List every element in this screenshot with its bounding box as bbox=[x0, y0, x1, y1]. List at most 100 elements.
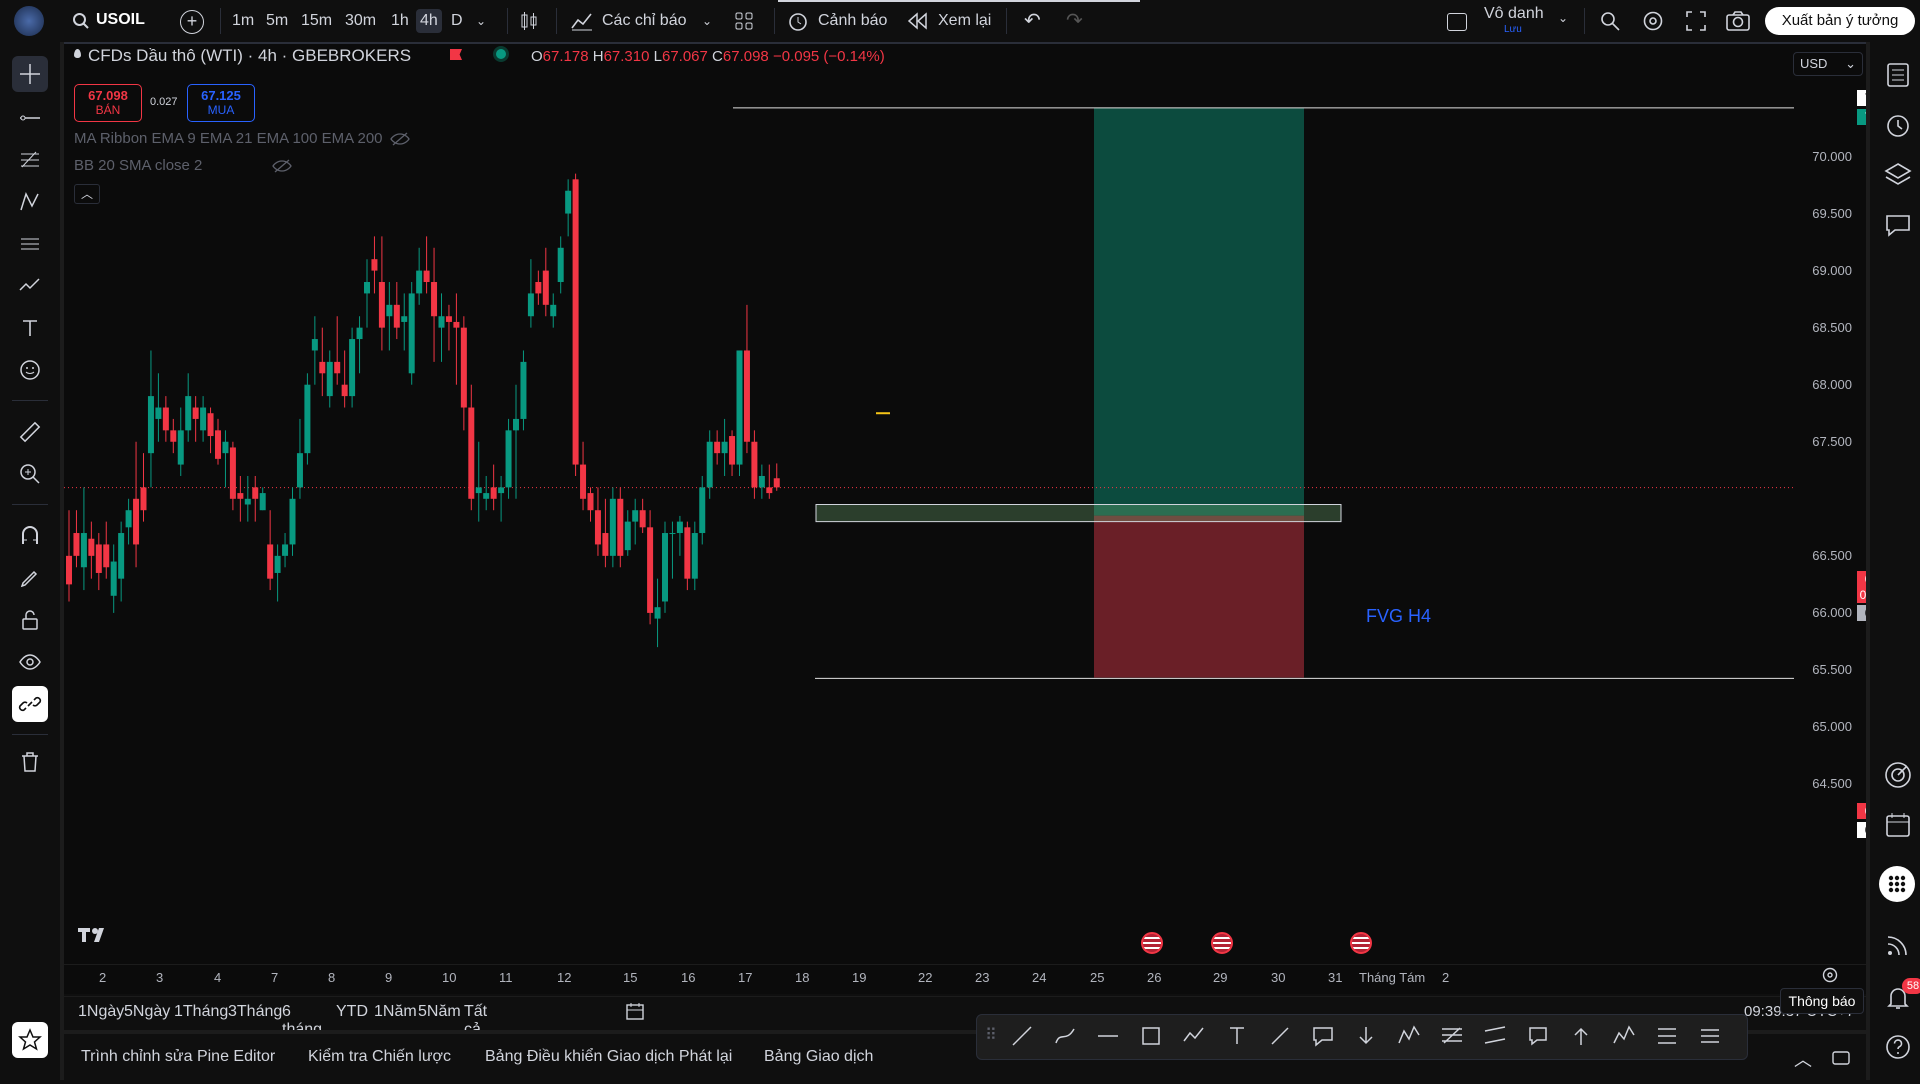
ruler-diagonal-icon[interactable] bbox=[1267, 1023, 1293, 1049]
tab-pine-editor[interactable]: Trình chỉnh sửa Pine Editor bbox=[81, 1048, 275, 1066]
replay-button[interactable]: Xem lại bbox=[938, 9, 991, 33]
tf-4h[interactable]: 4h bbox=[416, 9, 442, 33]
screenshot-camera-icon[interactable] bbox=[1725, 9, 1751, 33]
tab-trading-panel[interactable]: Bảng Giao dịch bbox=[764, 1048, 873, 1066]
layout-checkbox[interactable] bbox=[1447, 13, 1467, 31]
chat-icon[interactable] bbox=[1881, 208, 1915, 242]
maximize-panel-icon[interactable] bbox=[1832, 1050, 1850, 1066]
tf-5m[interactable]: 5m bbox=[266, 9, 288, 33]
layout-chevron-icon[interactable]: ⌄ bbox=[1558, 11, 1568, 25]
price-chart-svg[interactable] bbox=[64, 44, 1866, 994]
tf-D[interactable]: D bbox=[451, 9, 463, 33]
collapse-legend-button[interactable]: ︿ bbox=[74, 184, 100, 204]
redo-icon[interactable]: ↷ bbox=[1066, 9, 1083, 33]
parallel-channel-icon[interactable] bbox=[1482, 1023, 1508, 1049]
replay-icon[interactable] bbox=[908, 12, 928, 30]
horizontal-line-icon[interactable] bbox=[1095, 1023, 1121, 1049]
templates-grid-icon[interactable] bbox=[734, 11, 754, 31]
rectangle-icon[interactable] bbox=[1138, 1023, 1164, 1049]
elliott-wave-icon[interactable] bbox=[1611, 1023, 1637, 1049]
help-icon[interactable] bbox=[1881, 1030, 1915, 1064]
collapse-panel-chevron-icon[interactable]: ︿ bbox=[1794, 1046, 1812, 1072]
comment-icon[interactable] bbox=[1525, 1023, 1551, 1049]
fvg-label[interactable]: FVG H4 bbox=[1366, 606, 1431, 627]
magnet-tool[interactable] bbox=[12, 518, 48, 554]
goto-date-calendar-icon[interactable] bbox=[624, 1001, 646, 1023]
settings-lines-icon[interactable] bbox=[1654, 1023, 1680, 1049]
indicator-bb[interactable]: BB 20 SMA close 2 bbox=[74, 157, 202, 174]
apps-grid-icon[interactable] bbox=[1879, 866, 1915, 902]
pattern-tool[interactable] bbox=[12, 184, 48, 220]
arrow-down-icon[interactable] bbox=[1353, 1023, 1379, 1049]
abc-pattern-icon[interactable] bbox=[1396, 1023, 1422, 1049]
economic-event-flag-icon[interactable] bbox=[1211, 932, 1233, 954]
target-zone[interactable] bbox=[1094, 107, 1304, 516]
sell-button[interactable]: 67.098 BÁN bbox=[74, 84, 142, 122]
eye-hidden-icon[interactable] bbox=[272, 158, 292, 174]
alert-clock-icon[interactable] bbox=[786, 9, 810, 33]
compare-add-button[interactable]: + bbox=[180, 10, 204, 34]
brush-icon[interactable] bbox=[1052, 1023, 1078, 1049]
callout-icon[interactable] bbox=[1310, 1023, 1336, 1049]
alert-button[interactable]: Cảnh báo bbox=[818, 9, 887, 33]
alerts-clock-icon[interactable] bbox=[1881, 108, 1915, 142]
sliders-icon[interactable] bbox=[1697, 1023, 1723, 1049]
economic-event-flag-icon[interactable] bbox=[1141, 932, 1163, 954]
lock-tool[interactable] bbox=[12, 602, 48, 638]
calendar-icon[interactable] bbox=[1881, 808, 1915, 842]
text-icon[interactable] bbox=[1224, 1023, 1250, 1049]
tf-30m[interactable]: 30m bbox=[345, 9, 376, 33]
candle-type-icon[interactable] bbox=[518, 10, 540, 32]
path-icon[interactable] bbox=[1181, 1023, 1207, 1049]
indicators-button[interactable]: Các chỉ báo bbox=[602, 9, 687, 33]
range-button[interactable]: 3Tháng bbox=[228, 1003, 282, 1021]
quick-search-icon[interactable] bbox=[1598, 9, 1622, 33]
range-button[interactable]: 1Năm bbox=[374, 1003, 417, 1021]
projection-tool[interactable] bbox=[12, 226, 48, 262]
fvg-box[interactable] bbox=[815, 504, 1342, 523]
tab-strategy-tester[interactable]: Kiểm tra Chiến lược bbox=[308, 1048, 451, 1066]
indicator-ma-ribbon[interactable]: MA Ribbon EMA 9 EMA 21 EMA 100 EMA 200 bbox=[74, 130, 383, 147]
range-button[interactable]: 5Năm bbox=[418, 1003, 461, 1021]
rss-feed-icon[interactable] bbox=[1881, 928, 1915, 962]
emoji-tool[interactable] bbox=[12, 352, 48, 388]
tradingview-logo[interactable] bbox=[76, 924, 112, 950]
drawing-mode-tool[interactable] bbox=[12, 560, 48, 596]
indicators-chevron-icon[interactable]: ⌄ bbox=[702, 9, 712, 33]
layers-icon[interactable] bbox=[1881, 158, 1915, 192]
tab-replay-panel[interactable]: Bảng Điều khiển Giao dịch Phát lại bbox=[485, 1048, 732, 1066]
fullscreen-icon[interactable] bbox=[1685, 10, 1707, 32]
tf-15m[interactable]: 15m bbox=[301, 9, 332, 33]
settings-gear-icon[interactable] bbox=[1641, 9, 1665, 33]
range-button[interactable]: 1Ngày bbox=[78, 1003, 124, 1021]
arrow-up-icon[interactable] bbox=[1568, 1023, 1594, 1049]
tf-1h[interactable]: 1h bbox=[391, 9, 409, 33]
measure-tool[interactable] bbox=[12, 414, 48, 450]
time-axis[interactable]: 2 3 4 7 8 9 10 11 12 15 16 17 18 19 22 23 24 25 26 29 30 31 Th… bbox=[64, 964, 1866, 991]
publish-idea-button[interactable]: Xuất bản ý tưởng bbox=[1765, 7, 1915, 35]
watchlist-star-tool[interactable] bbox=[12, 1022, 48, 1058]
sync-drawings-tool[interactable] bbox=[12, 686, 48, 722]
stop-zone[interactable] bbox=[1094, 515, 1304, 678]
economic-event-flag-icon[interactable] bbox=[1350, 932, 1372, 954]
watchlist-icon[interactable] bbox=[1881, 58, 1915, 92]
text-tool[interactable] bbox=[12, 310, 48, 346]
indicators-icon[interactable] bbox=[570, 10, 594, 32]
trendline-tool[interactable] bbox=[12, 100, 48, 136]
range-button[interactable]: 5Ngày bbox=[124, 1003, 170, 1021]
delete-drawings-tool[interactable] bbox=[12, 744, 48, 780]
chart-pane[interactable]: CFDs Dầu thô (WTI) · 4h · GBEBROKERS O67… bbox=[64, 44, 1909, 994]
trendline-icon[interactable] bbox=[1009, 1023, 1035, 1049]
crosshair-tool[interactable] bbox=[12, 56, 48, 92]
range-button[interactable]: 1Tháng bbox=[174, 1003, 228, 1021]
buy-button[interactable]: 67.125 MUA bbox=[187, 84, 255, 122]
target-icon[interactable] bbox=[1881, 758, 1915, 792]
range-button[interactable]: YTD bbox=[336, 1003, 368, 1021]
tf-1m[interactable]: 1m bbox=[232, 9, 254, 33]
fib-tool[interactable] bbox=[12, 142, 48, 178]
user-avatar[interactable] bbox=[14, 6, 44, 36]
symbol-search[interactable]: USOIL bbox=[68, 8, 178, 34]
eye-hidden-icon[interactable] bbox=[390, 131, 410, 147]
zoom-tool[interactable] bbox=[12, 456, 48, 492]
fib-retracement-icon[interactable] bbox=[1439, 1023, 1465, 1049]
